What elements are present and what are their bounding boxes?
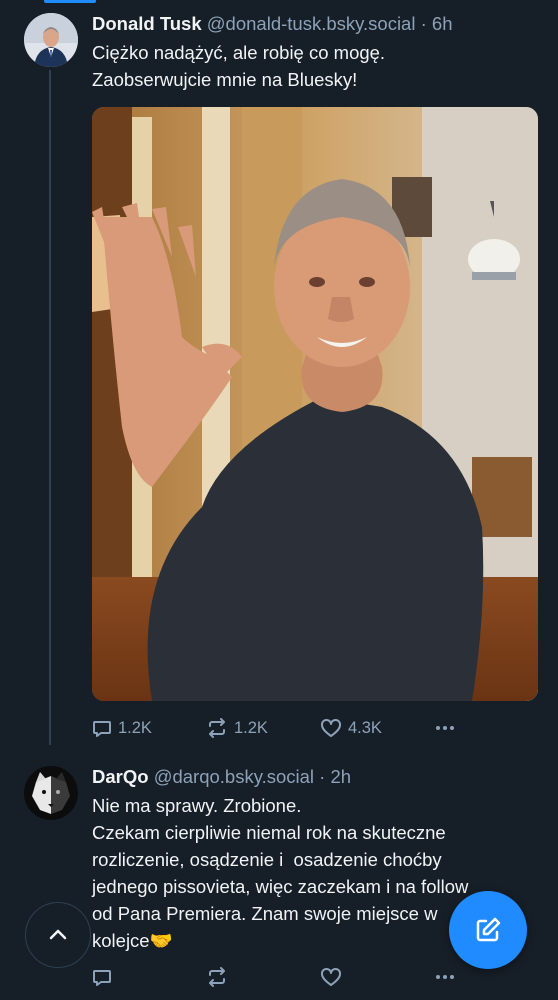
post-text-line: Czekam cierpliwie niemal rok na skuteczn… bbox=[92, 822, 446, 843]
author-name[interactable]: DarQo bbox=[92, 766, 149, 787]
like-button[interactable]: 4.3K bbox=[320, 713, 382, 743]
post-text-line: Zaobserwujcie mnie na Bluesky! bbox=[92, 69, 358, 90]
scroll-to-top-button[interactable] bbox=[25, 902, 91, 968]
reply-icon bbox=[93, 970, 111, 986]
post-header: Donald Tusk @donald-tusk.bsky.social · 6… bbox=[92, 10, 538, 38]
like-count: 4.3K bbox=[348, 718, 382, 737]
like-button[interactable] bbox=[320, 962, 342, 992]
avatar[interactable] bbox=[24, 766, 78, 820]
repost-button[interactable]: 1.2K bbox=[206, 713, 268, 743]
heart-icon bbox=[321, 967, 341, 986]
post-actions: 1.2K 1.2K 4.3K bbox=[92, 713, 538, 743]
compose-button[interactable] bbox=[449, 891, 527, 969]
thread-connector-line bbox=[49, 70, 51, 745]
separator-dot: · bbox=[319, 766, 326, 787]
repost-icon bbox=[209, 718, 225, 738]
avatar[interactable] bbox=[24, 13, 78, 67]
reply-button[interactable]: 1.2K bbox=[92, 713, 152, 743]
reply-icon bbox=[93, 721, 111, 737]
post-text-line: Ciężko nadążyć, ale robię co mogę. bbox=[92, 42, 386, 63]
reply-button[interactable] bbox=[92, 962, 112, 992]
compose-icon bbox=[476, 917, 501, 942]
post-text-line: Nie ma sprawy. Zrobione. bbox=[92, 795, 302, 816]
more-button[interactable] bbox=[434, 962, 456, 992]
post-time[interactable]: 6h bbox=[432, 13, 453, 34]
chevron-up-icon bbox=[49, 929, 67, 940]
post-time[interactable]: 2h bbox=[330, 766, 351, 787]
heart-icon bbox=[321, 718, 341, 737]
repost-button[interactable] bbox=[206, 962, 228, 992]
post-header: DarQo @darqo.bsky.social · 2h bbox=[92, 763, 538, 791]
author-name[interactable]: Donald Tusk bbox=[92, 13, 202, 34]
author-handle[interactable]: @darqo.bsky.social bbox=[154, 766, 314, 787]
author-handle[interactable]: @donald-tusk.bsky.social bbox=[207, 13, 416, 34]
post-actions bbox=[92, 962, 538, 992]
repost-icon bbox=[209, 967, 225, 987]
more-button[interactable] bbox=[434, 713, 456, 743]
more-icon bbox=[436, 975, 454, 979]
post-text: Ciężko nadążyć, ale robię co mogę. Zaobs… bbox=[92, 39, 538, 93]
active-tab-indicator bbox=[44, 0, 96, 3]
more-icon bbox=[436, 726, 454, 730]
separator-dot: · bbox=[420, 13, 427, 34]
post-image[interactable] bbox=[92, 107, 538, 701]
reply-count: 1.2K bbox=[118, 718, 152, 737]
repost-count: 1.2K bbox=[234, 718, 268, 737]
post-text-line: rozliczenie, osądzenie i osadzenie choćb… bbox=[92, 849, 442, 870]
